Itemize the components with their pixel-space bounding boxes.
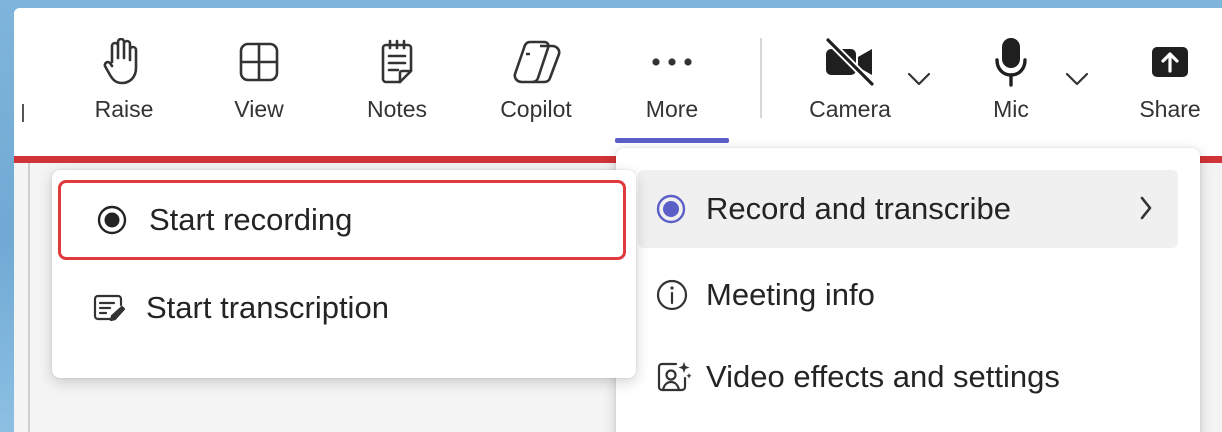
more-active-indicator [615, 138, 729, 143]
video-effects-icon [656, 360, 700, 394]
record-icon [87, 205, 137, 235]
video-effects-label: Video effects and settings [706, 359, 1060, 394]
more-actions-menu: Record and transcribe Meeting info Video… [616, 148, 1200, 432]
notes-label: Notes [366, 96, 428, 122]
camera-label: Camera [809, 96, 891, 122]
view-label: View [234, 96, 284, 122]
copilot-icon [484, 34, 588, 90]
mic-button[interactable]: Mic [976, 8, 1046, 154]
more-label: More [645, 96, 699, 122]
toolbar-divider [760, 38, 762, 118]
menu-item-video-effects[interactable]: Video effects and settings [638, 338, 1178, 416]
view-button[interactable]: View [224, 8, 294, 154]
start-recording-item[interactable]: Start recording [58, 180, 626, 260]
mic-label: Mic [993, 96, 1029, 122]
copilot-button[interactable]: Copilot [484, 8, 588, 154]
record-submenu: Start recording Start transcription [52, 170, 636, 378]
raise-hand-button[interactable]: Raise [84, 8, 164, 154]
start-transcription-label: Start transcription [146, 290, 389, 325]
share-label: Share [1139, 96, 1201, 122]
content-divider [28, 163, 30, 432]
raise-hand-icon [84, 34, 164, 90]
notes-icon [352, 34, 442, 90]
toolbar-edge-divider [22, 104, 24, 122]
radio-record-icon [656, 194, 700, 224]
menu-item-record-and-transcribe[interactable]: Record and transcribe [638, 170, 1178, 248]
meeting-info-label: Meeting info [706, 277, 875, 312]
meeting-window: Raise View Notes Copilot More Camera Mic… [14, 8, 1222, 432]
mic-options-chevron-icon[interactable] [1064, 66, 1090, 92]
share-icon [1126, 34, 1214, 90]
more-dots-icon [632, 34, 712, 90]
copilot-label: Copilot [500, 96, 572, 122]
meeting-toolbar: Raise View Notes Copilot More Camera Mic… [14, 8, 1222, 154]
menu-item-meeting-info[interactable]: Meeting info [638, 256, 1178, 334]
share-button[interactable]: Share [1126, 8, 1214, 154]
view-grid-icon [224, 34, 294, 90]
raise-label: Raise [94, 96, 154, 122]
microphone-icon [976, 34, 1046, 90]
notes-button[interactable]: Notes [352, 8, 442, 154]
transcription-icon [84, 293, 134, 323]
camera-button[interactable]: Camera [802, 8, 898, 154]
info-icon [656, 279, 700, 311]
record-and-transcribe-label: Record and transcribe [706, 191, 1011, 226]
chevron-right-icon [1138, 194, 1154, 227]
more-button[interactable]: More [632, 8, 712, 154]
camera-off-icon [802, 34, 898, 90]
start-transcription-item[interactable]: Start transcription [58, 268, 626, 348]
start-recording-label: Start recording [149, 202, 353, 237]
camera-options-chevron-icon[interactable] [906, 66, 932, 92]
